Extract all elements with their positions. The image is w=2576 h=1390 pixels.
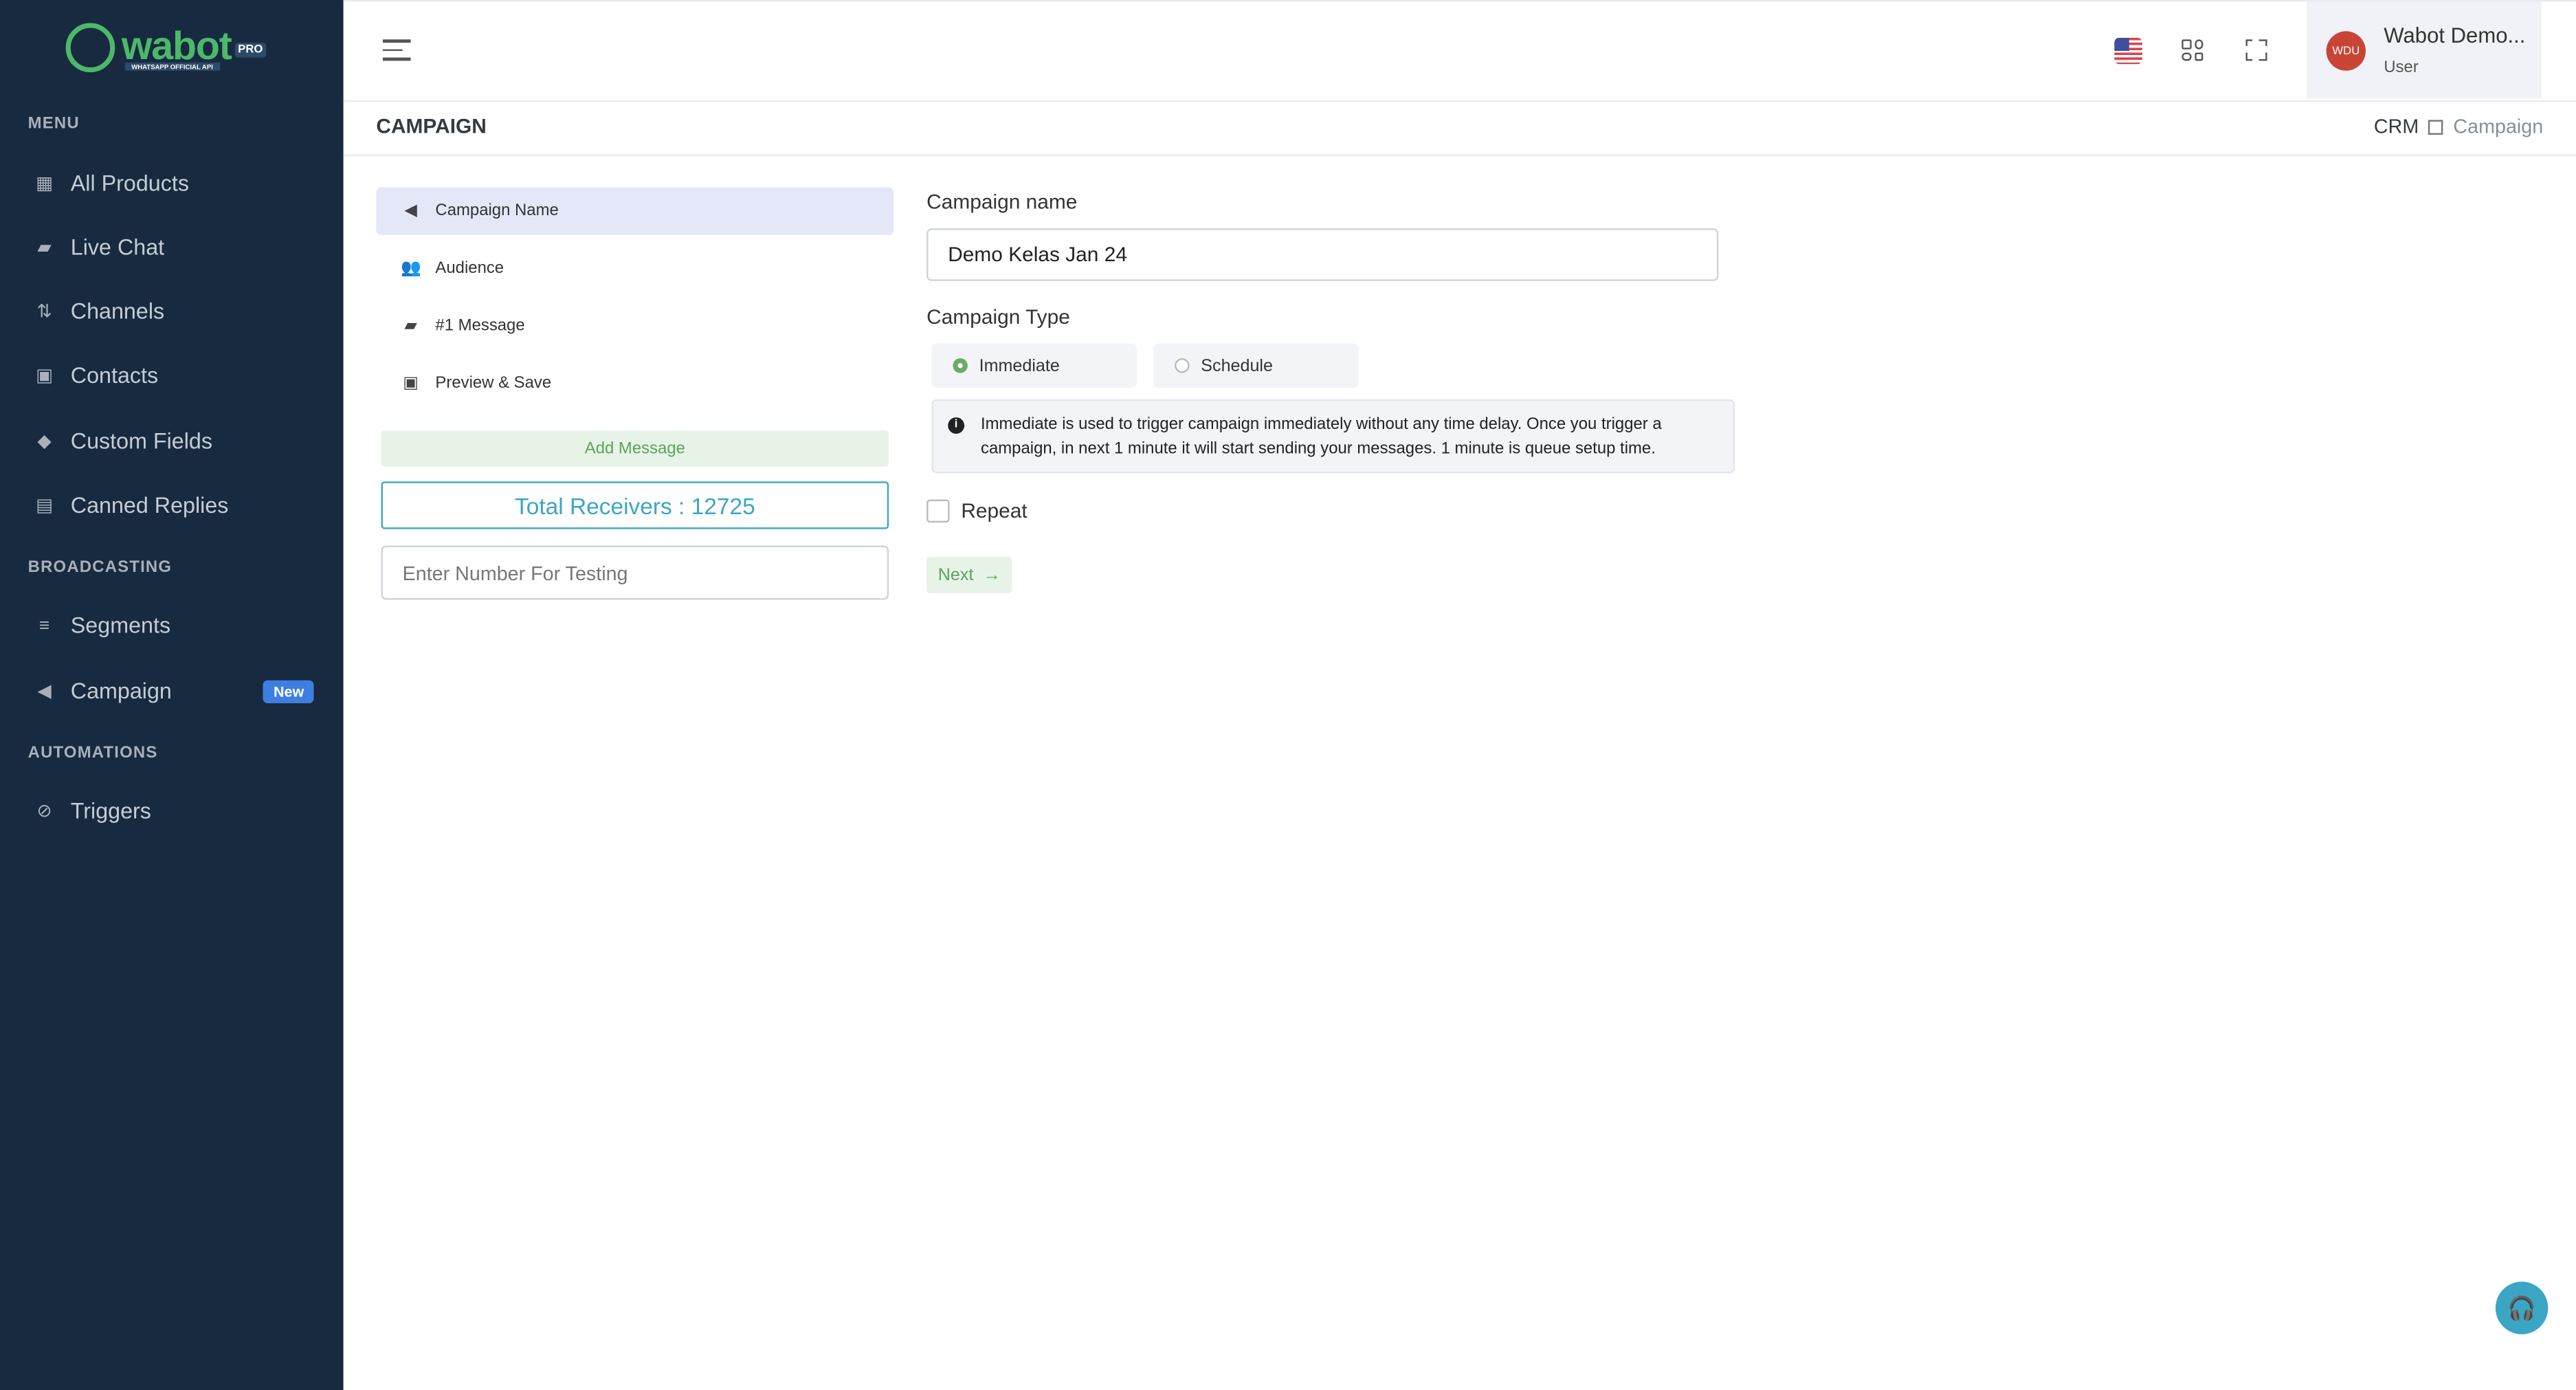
total-receivers: Total Receivers : 12725	[381, 481, 889, 529]
info-text: Immediate is used to trigger campaign im…	[981, 415, 1662, 459]
section-broadcasting: BROADCASTING	[27, 558, 173, 577]
type-immediate-radio[interactable]: Immediate	[931, 343, 1137, 388]
radio-label: Schedule	[1201, 355, 1273, 376]
step-label: #1 Message	[435, 317, 525, 335]
breadcrumb: CRM Campaign	[2374, 115, 2543, 137]
sidebar-item-label: Channels	[70, 299, 165, 324]
sidebar-item-label: Canned Replies	[70, 493, 229, 518]
campaign-steps: ◀ Campaign Name 👥 Audience ▰ #1 Message ▣ Pr…	[376, 187, 894, 417]
step-audience[interactable]: 👥 Audience	[376, 245, 893, 292]
radio-selected-icon	[953, 358, 968, 373]
breadcrumb-campaign: Campaign	[2453, 115, 2544, 138]
campaign-name-label: Campaign name	[926, 190, 1078, 214]
next-label: Next	[937, 565, 974, 585]
type-schedule-radio[interactable]: Schedule	[1153, 343, 1359, 388]
repeat-label: Repeat	[961, 499, 1028, 523]
save-icon: ▣	[403, 374, 419, 393]
sidebar-item-campaign[interactable]: ◀ Campaign New	[34, 679, 314, 704]
menu-toggle-icon[interactable]	[382, 39, 411, 66]
arrow-right-icon: →	[983, 565, 1001, 585]
user-role: User	[2384, 59, 2419, 78]
users-icon: 👥	[401, 259, 421, 278]
chat-icon: ▰	[37, 238, 52, 258]
sidebar-item-channels[interactable]: ⇅ Channels	[34, 299, 313, 324]
topbar: WDU Wabot Demo... User	[343, 0, 2576, 102]
step-campaign-name[interactable]: ◀ Campaign Name	[376, 187, 894, 235]
test-number-input[interactable]	[381, 545, 889, 600]
radio-label: Immediate	[979, 355, 1060, 376]
sidebar-item-custom-fields[interactable]: ◆ Custom Fields	[34, 429, 313, 454]
page-title: CAMPAIGN	[376, 115, 487, 138]
chat-icon: ▰	[404, 317, 417, 335]
section-menu: MENU	[27, 115, 80, 133]
sidebar-item-label: Live Chat	[70, 234, 165, 260]
sidebar-item-label: Contacts	[70, 363, 159, 388]
step-preview-save[interactable]: ▣ Preview & Save	[376, 360, 893, 407]
user-name: Wabot Demo...	[2384, 23, 2526, 48]
info-alert: i Immediate is used to trigger campaign i…	[931, 399, 1735, 474]
repeat-checkbox[interactable]: Repeat	[926, 499, 1028, 523]
sidebar-item-contacts[interactable]: ▣ Contacts	[34, 363, 313, 388]
step-label: Campaign Name	[435, 202, 559, 221]
wabot-logo[interactable]: wabot PRO WHATSAPP OFFICIAL API	[65, 23, 267, 73]
sidebar-item-label: All Products	[70, 170, 189, 196]
page-header: CAMPAIGN CRM Campaign	[343, 98, 2576, 157]
new-badge: New	[263, 679, 314, 703]
support-chat-icon[interactable]: 🎧	[2495, 1281, 2549, 1334]
megaphone-icon: ◀	[404, 202, 417, 221]
megaphone-icon: ◀	[37, 681, 52, 702]
sidebar-item-label: Triggers	[70, 798, 151, 824]
link-icon: ⊘	[36, 802, 52, 822]
campaign-type-label: Campaign Type	[926, 305, 1070, 329]
message-icon: ▤	[36, 496, 53, 516]
sidebar-item-label: Segments	[70, 613, 171, 638]
logo-pro-badge: PRO	[234, 43, 267, 58]
avatar: WDU	[2326, 31, 2366, 71]
filter-icon: ≡	[38, 615, 50, 635]
breadcrumb-separator-icon	[2428, 119, 2444, 134]
apps-grid-icon[interactable]	[2181, 39, 2203, 61]
logo-tagline: WHATSAPP OFFICIAL API	[124, 62, 220, 71]
campaign-name-input[interactable]	[926, 228, 1719, 281]
user-menu[interactable]: WDU Wabot Demo... User	[2306, 1, 2542, 99]
tag-icon: ◆	[37, 432, 52, 452]
breadcrumb-crm[interactable]: CRM	[2374, 115, 2419, 137]
section-automations: AUTOMATIONS	[27, 744, 158, 763]
step-label: Audience	[435, 259, 504, 278]
sidebar-item-label: Campaign	[70, 679, 172, 704]
fullscreen-icon[interactable]	[2244, 37, 2267, 61]
sidebar-item-live-chat[interactable]: ▰ Live Chat	[34, 235, 313, 260]
logo-bubble-icon	[65, 23, 115, 73]
channels-icon: ⇅	[36, 302, 52, 322]
sidebar-item-triggers[interactable]: ⊘ Triggers	[34, 799, 313, 824]
sidebar-item-all-products[interactable]: ▦ All Products	[34, 171, 313, 196]
checkbox-icon	[926, 499, 950, 523]
us-flag-icon[interactable]	[2114, 37, 2142, 65]
info-icon: i	[948, 417, 965, 434]
contact-card-icon: ▣	[36, 366, 53, 386]
sidebar-item-segments[interactable]: ≡ Segments	[34, 613, 313, 638]
step-label: Preview & Save	[435, 374, 552, 393]
sidebar-item-label: Custom Fields	[70, 428, 213, 454]
radio-unselected-icon	[1175, 358, 1190, 373]
grid-icon: ▦	[36, 174, 53, 195]
sidebar: wabot PRO WHATSAPP OFFICIAL API MENU ▦ Al…	[0, 0, 344, 1390]
sidebar-item-canned-replies[interactable]: ▤ Canned Replies	[34, 493, 313, 518]
next-button[interactable]: Next →	[926, 557, 1012, 593]
add-message-button[interactable]: Add Message	[381, 430, 889, 467]
step-message[interactable]: ▰ #1 Message	[376, 302, 893, 350]
